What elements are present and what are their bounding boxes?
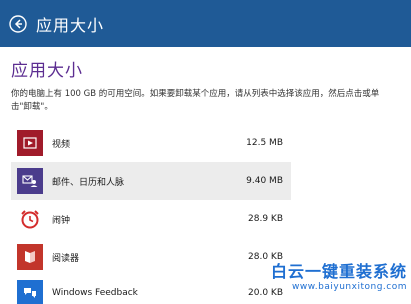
watermark-url: www.baiyunxitong.com bbox=[292, 282, 407, 292]
back-button[interactable] bbox=[4, 10, 32, 38]
mail-calendar-people-icon bbox=[17, 168, 43, 194]
app-name: 闹钟 bbox=[52, 215, 71, 226]
header-title: 应用大小 bbox=[36, 15, 105, 35]
page-description: 你的电脑上有 100 GB 的可用空间。如果要卸载某个应用，请从列表中选择该应用… bbox=[11, 89, 380, 112]
app-row-alarm[interactable]: 闹钟 28.9 KB bbox=[11, 200, 291, 238]
windows-feedback-icon bbox=[17, 280, 43, 304]
watermark: 白云一键重装系统 www.baiyunxitong.com bbox=[227, 258, 407, 304]
page-title: 应用大小 bbox=[11, 61, 83, 81]
app-size: 28.9 KB bbox=[248, 214, 283, 224]
app-row-video[interactable]: 视频 12.5 MB bbox=[11, 124, 291, 162]
app-name: 视频 bbox=[52, 139, 71, 150]
alarm-clock-icon bbox=[17, 206, 43, 232]
app-name: 阅读器 bbox=[52, 253, 80, 264]
app-name: 邮件、日历和人脉 bbox=[52, 177, 125, 188]
app-name: Windows Feedback bbox=[52, 288, 138, 298]
app-size: 12.5 MB bbox=[246, 138, 283, 148]
app-size: 9.40 MB bbox=[246, 176, 283, 186]
reader-icon bbox=[17, 244, 43, 270]
video-icon bbox=[17, 130, 43, 156]
watermark-title: 白云一键重装系统 bbox=[270, 262, 407, 281]
app-header: 应用大小 bbox=[0, 0, 411, 47]
app-row-mail-calendar-people[interactable]: 邮件、日历和人脉 9.40 MB bbox=[11, 162, 291, 200]
back-arrow-icon bbox=[9, 14, 27, 33]
